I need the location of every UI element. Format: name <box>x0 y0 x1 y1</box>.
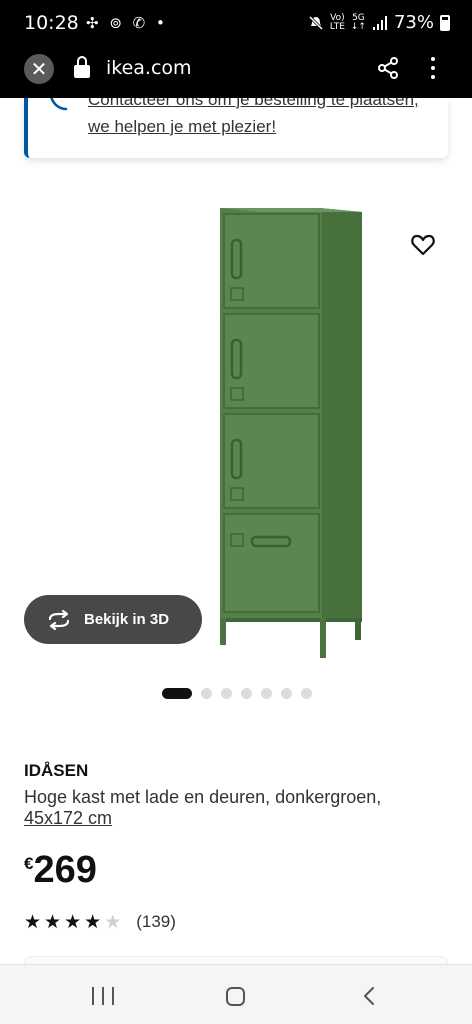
product-name: IDÅSEN <box>24 761 89 780</box>
recents-icon[interactable] <box>92 987 114 1005</box>
star-empty-icon: ★ <box>104 911 122 933</box>
rotate-3d-icon <box>48 609 70 630</box>
gallery-dot[interactable] <box>281 688 292 699</box>
gallery-dot[interactable] <box>162 688 192 699</box>
back-icon[interactable] <box>362 987 378 1005</box>
battery-percent: 73% <box>393 12 434 33</box>
product-description: Hoge kast met lade en deuren, donkergroe… <box>24 787 382 807</box>
star-filled-icon: ★ <box>44 911 62 933</box>
volte-indicator: Vo) LTE <box>329 12 345 32</box>
network-indicator: 5G ↓↑ <box>350 12 366 32</box>
lock-icon[interactable] <box>74 56 90 78</box>
notification-icons: ✣ ⊚ ✆ • <box>86 14 168 32</box>
gallery-dot[interactable] <box>241 688 252 699</box>
status-right-group: Vo) LTE 5G ↓↑ 73% <box>308 12 450 33</box>
phone-icon <box>50 98 68 111</box>
view-in-3d-button[interactable]: Bekijk in 3D <box>24 595 202 644</box>
system-nav-bar <box>0 964 472 1024</box>
product-size-link[interactable]: 45x172 cm <box>24 808 112 829</box>
gallery-dot[interactable] <box>221 688 232 699</box>
contact-link[interactable]: Contacteer ons om je bestelling te plaat… <box>88 98 428 140</box>
price-currency: € <box>24 854 34 873</box>
gallery-dot[interactable] <box>301 688 312 699</box>
gallery-dot[interactable] <box>261 688 272 699</box>
browser-toolbar: ✕ ikea.com <box>0 48 472 98</box>
gallery-pagination <box>162 688 312 699</box>
mute-icon <box>308 15 323 30</box>
view-in-3d-label: Bekijk in 3D <box>84 611 170 628</box>
star-filled-icon: ★ <box>64 911 82 933</box>
share-icon[interactable] <box>376 56 400 80</box>
status-bar: 10:28 ✣ ⊚ ✆ • Vo) LTE 5G ↓↑ 73% <box>0 0 472 48</box>
close-tab-button[interactable]: ✕ <box>24 54 54 84</box>
contact-banner: Contacteer ons om je bestelling te plaat… <box>24 98 448 158</box>
product-image[interactable] <box>212 200 372 665</box>
favorite-heart-icon[interactable] <box>410 232 436 258</box>
star-filled-icon: ★ <box>84 911 102 933</box>
star-filled-icon: ★ <box>24 911 42 933</box>
signal-icon <box>372 15 387 30</box>
price-amount: 269 <box>33 849 97 891</box>
gallery-dot[interactable] <box>201 688 212 699</box>
product-rating[interactable]: ★ ★ ★ ★ ★ (139) <box>24 911 176 933</box>
url-text[interactable]: ikea.com <box>106 57 192 79</box>
home-icon[interactable] <box>226 987 245 1006</box>
review-count[interactable]: (139) <box>136 912 176 932</box>
status-time: 10:28 <box>24 12 79 34</box>
battery-icon <box>440 14 450 31</box>
more-menu-icon[interactable] <box>426 54 440 82</box>
product-price: € 269 <box>24 848 97 892</box>
